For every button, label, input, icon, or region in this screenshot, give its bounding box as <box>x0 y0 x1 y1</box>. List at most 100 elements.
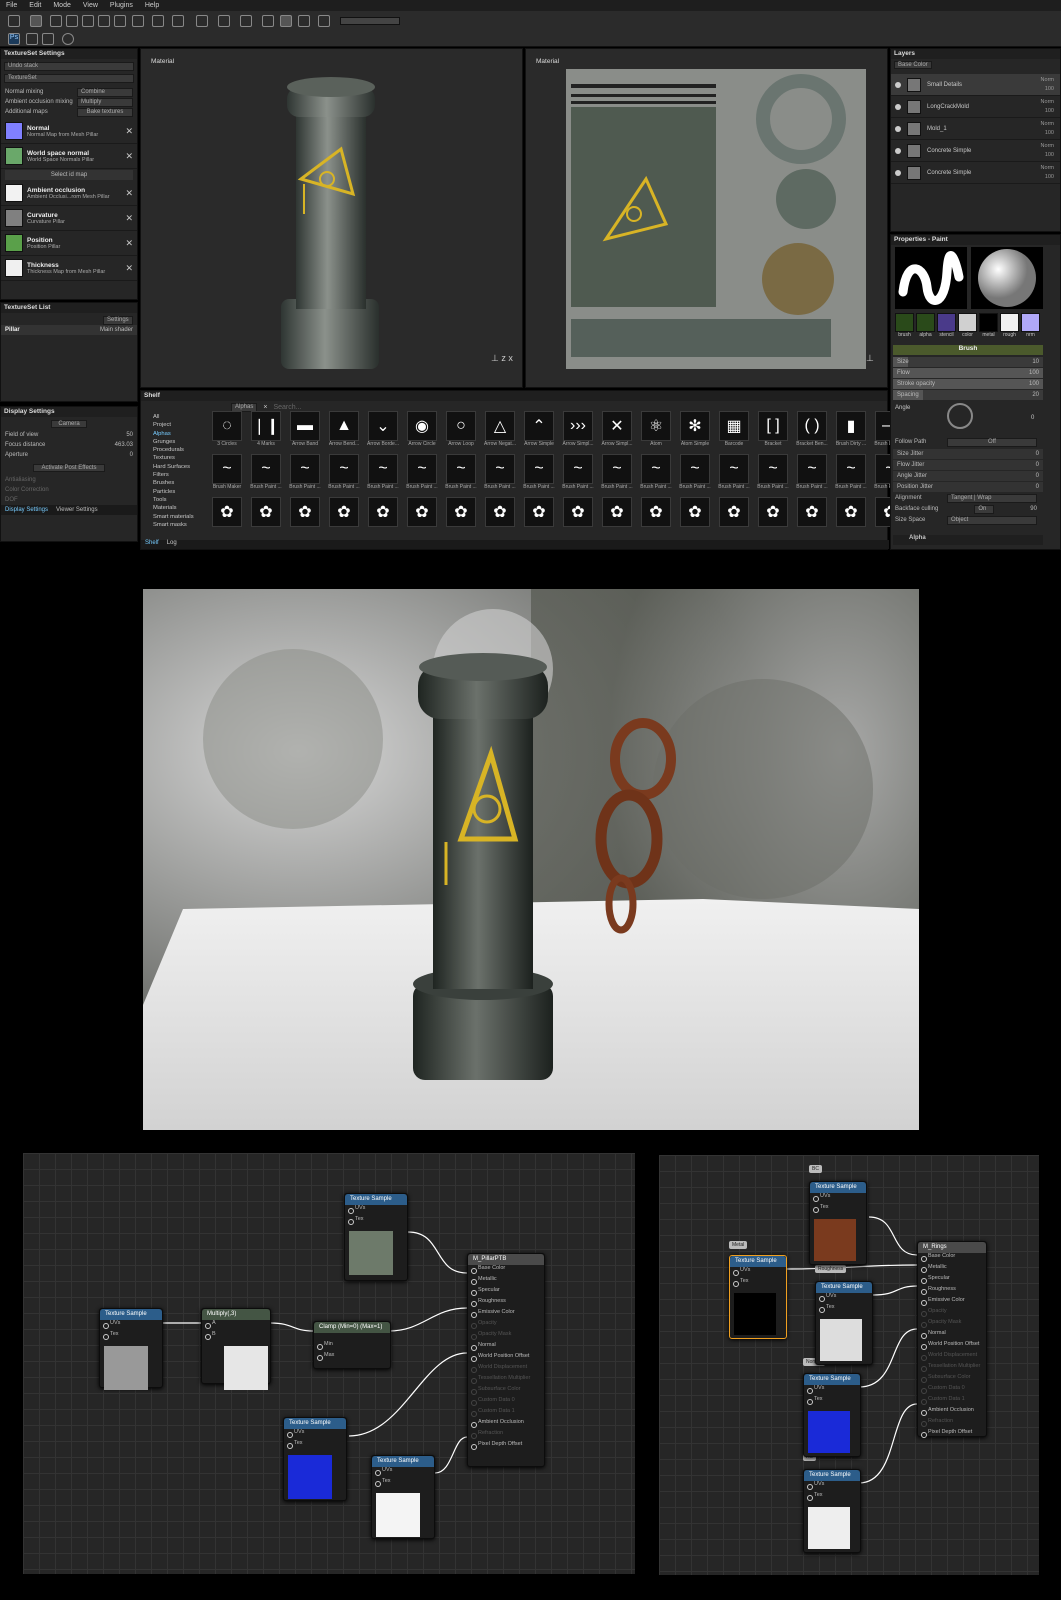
material-input-pin[interactable]: Specular <box>468 1287 544 1298</box>
shelf-item[interactable]: ▦ Barcode <box>716 411 752 451</box>
remove-map-icon[interactable]: ✕ <box>125 263 133 274</box>
shelf-category[interactable]: Smart masks <box>153 521 194 529</box>
shelf-item[interactable]: ❘❙ 4 Marks <box>248 411 284 451</box>
eye-icon[interactable] <box>895 147 901 154</box>
bc-comment[interactable]: BC <box>809 1165 822 1173</box>
tab-viewer-settings[interactable]: Viewer Settings <box>56 507 98 513</box>
shelf-item[interactable]: [ ] Bracket <box>755 411 791 451</box>
tex-pin[interactable]: Tex <box>730 1278 786 1289</box>
rings-texture-metal[interactable]: Texture Sample UVs Tex <box>729 1255 787 1339</box>
brush-section-header[interactable]: Brush <box>893 345 1043 355</box>
channel-select[interactable]: Base Color <box>894 61 932 69</box>
symmetry-icon[interactable] <box>172 15 184 27</box>
material-input-pin[interactable]: Pixel Depth Offset <box>468 1441 544 1452</box>
material-input-pin[interactable]: Opacity Mask <box>918 1319 986 1330</box>
texture-sample-node-3[interactable]: Texture Sample UVs Tex <box>283 1417 347 1501</box>
angle-dial[interactable] <box>947 403 973 429</box>
textureset-field[interactable]: TextureSet <box>4 74 134 83</box>
layer-name[interactable]: Concrete Simple <box>927 170 971 176</box>
shelf-category[interactable]: Grunges <box>153 438 194 446</box>
shelf-item[interactable]: ▬ Arrow Band <box>287 411 323 451</box>
tab-display-settings[interactable]: Display Settings <box>5 507 48 513</box>
material-input-pin[interactable]: Roughness <box>468 1298 544 1309</box>
shelf-item[interactable]: ~Brush Paint ... <box>248 454 284 494</box>
normal-mixing-select[interactable]: Combine <box>77 87 133 97</box>
shelf-search-input[interactable]: Search... <box>273 404 301 411</box>
material-input-pin[interactable]: Custom Data 1 <box>468 1408 544 1419</box>
brush-slider[interactable]: Flow 100 <box>893 368 1043 378</box>
viewport-mode-icon[interactable] <box>262 15 274 27</box>
texture-sample-node-2[interactable]: Texture Sample UVs Tex <box>99 1308 163 1390</box>
menu-plugins[interactable]: Plugins <box>104 2 139 9</box>
shelf-category[interactable]: Smart materials <box>153 513 194 521</box>
shelf-item[interactable]: ✕ Arrow Simpl... <box>599 411 635 451</box>
uvs-pin[interactable]: UVs <box>804 1481 860 1492</box>
material-input-pin[interactable]: Pixel Depth Offset <box>918 1429 986 1440</box>
brush-tool-icon[interactable] <box>30 15 42 27</box>
shader-label[interactable]: Main shader <box>100 327 133 333</box>
jitter-slider[interactable]: Angle Jitter 0 <box>893 471 1043 481</box>
remove-map-icon[interactable]: ✕ <box>125 213 133 224</box>
material-input-pin[interactable]: Opacity <box>468 1320 544 1331</box>
jitter-slider[interactable]: Flow Jitter 0 <box>893 460 1043 470</box>
shelf-item[interactable]: ~Brush Paint ... <box>677 454 713 494</box>
tex-pin[interactable]: Tex <box>372 1478 434 1489</box>
menu-view[interactable]: View <box>77 2 104 9</box>
metal-comment[interactable]: Metal <box>729 1241 748 1249</box>
shelf-category[interactable]: Textures <box>153 454 194 462</box>
shelf-item[interactable]: ~ Brush Maker <box>209 454 245 494</box>
shelf-item[interactable]: ✿ <box>755 497 791 537</box>
baked-map-row[interactable]: Ambient occlusion Ambient Occlusi...rom M… <box>1 181 137 206</box>
substance-icon[interactable] <box>62 33 74 45</box>
shelf-item[interactable]: ✿ <box>404 497 440 537</box>
eraser-tool-icon[interactable] <box>50 15 62 27</box>
baked-map-row[interactable]: Position Position Pillar ✕ <box>1 231 137 256</box>
material-input-pin[interactable]: Subsurface Color <box>468 1386 544 1397</box>
shelf-item[interactable]: ~Brush Paint ... <box>716 454 752 494</box>
baked-map-row[interactable]: World space normal World Space Normals Pi… <box>1 144 137 169</box>
shelf-item[interactable]: ~Brush Paint ... <box>404 454 440 494</box>
material-input-pin[interactable]: Custom Data 0 <box>468 1397 544 1408</box>
tex-pin[interactable]: Tex <box>816 1304 872 1315</box>
shelf-item[interactable]: ~Brush Paint ... <box>560 454 596 494</box>
alpha-section-header[interactable]: Alpha <box>893 535 1043 545</box>
shelf-item[interactable]: ~Brush Paint ... <box>482 454 518 494</box>
remove-map-icon[interactable]: ✕ <box>125 126 133 137</box>
shelf-item[interactable]: ✿ <box>677 497 713 537</box>
paint-tool-icon[interactable] <box>8 15 20 27</box>
eye-icon[interactable] <box>895 169 901 176</box>
material-input-pin[interactable]: Base Color <box>918 1253 986 1264</box>
polygon-fill-icon[interactable] <box>82 15 94 27</box>
layer-blend[interactable]: Norm 100 <box>1041 120 1054 138</box>
shelf-category[interactable]: Project <box>153 421 194 429</box>
export-icon[interactable] <box>26 33 38 45</box>
remove-map-icon[interactable]: ✕ <box>125 151 133 162</box>
shelf-category[interactable]: Hard Surfaces <box>153 463 194 471</box>
settings-icon[interactable] <box>318 15 330 27</box>
material-input-pin[interactable]: Metallic <box>918 1264 986 1275</box>
alignment-select[interactable]: Tangent | Wrap <box>947 493 1037 503</box>
eye-icon[interactable] <box>895 81 901 88</box>
shelf-item[interactable]: ✻ Atom Simple <box>677 411 713 451</box>
material-input-pin[interactable]: World Displacement <box>468 1364 544 1375</box>
camera-icon[interactable] <box>218 15 230 27</box>
max-pin[interactable]: Max <box>314 1352 390 1363</box>
jitter-slider[interactable]: Size Jitter 0 <box>893 449 1043 459</box>
shelf-item[interactable]: ✿ <box>521 497 557 537</box>
shelf-item[interactable]: ✿ <box>443 497 479 537</box>
tex-pin[interactable]: Tex <box>804 1492 860 1503</box>
uvs-pin[interactable]: UVs <box>804 1385 860 1396</box>
brush-slider[interactable]: Stroke opacity 100 <box>893 379 1043 389</box>
shelf-item[interactable]: ~Brush Paint ... <box>599 454 635 494</box>
material-input-pin[interactable]: Specular <box>918 1275 986 1286</box>
color-correction-label[interactable]: Color Correction <box>5 487 49 493</box>
grid-icon[interactable] <box>240 15 252 27</box>
shelf-item[interactable]: ››› Arrow Simpl... <box>560 411 596 451</box>
shelf-item[interactable]: ▲ Arrow Bend... <box>326 411 362 451</box>
material-input-pin[interactable]: Tessellation Multiplier <box>468 1375 544 1386</box>
layer-blend[interactable]: Norm 100 <box>1041 142 1054 160</box>
rings-texture-basecolor[interactable]: Texture Sample UVs Tex <box>809 1181 867 1265</box>
material-input-pin[interactable]: Refraction <box>918 1418 986 1429</box>
ao-mixing-select[interactable]: Multiply <box>77 97 133 107</box>
channel-chip[interactable]: nrm <box>1021 313 1040 338</box>
